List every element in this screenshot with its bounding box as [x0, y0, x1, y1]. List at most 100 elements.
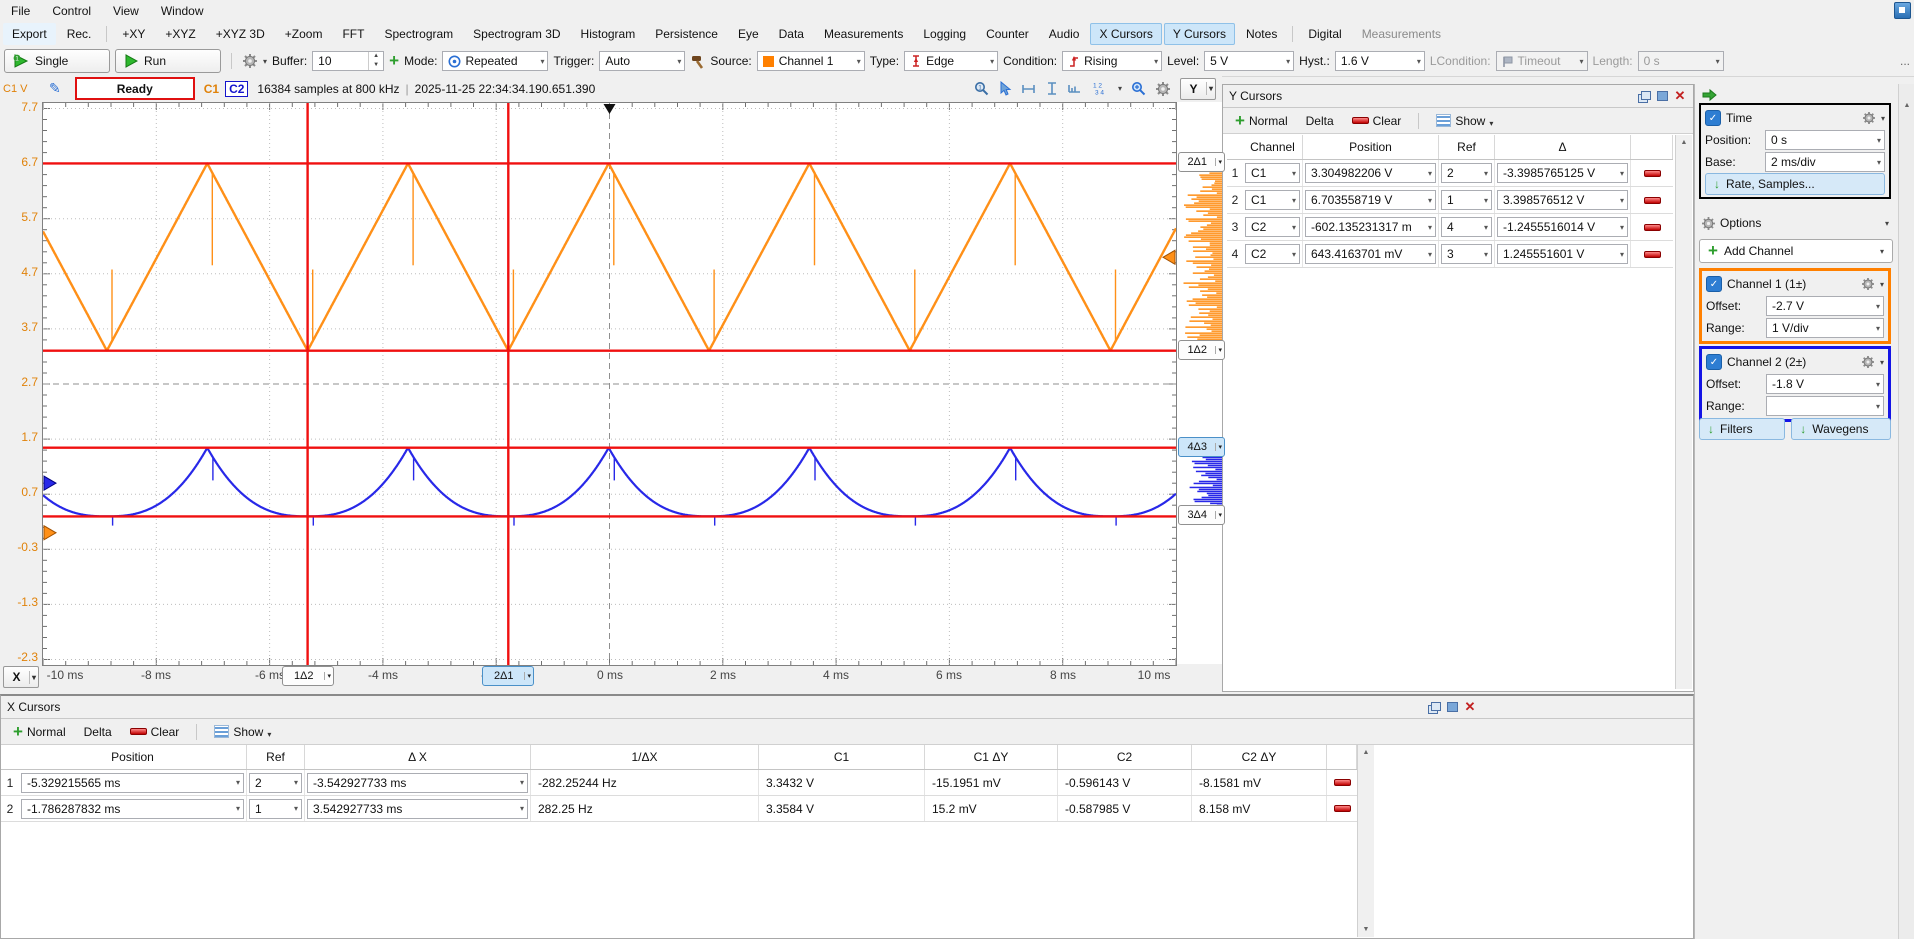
spinner-arrows-icon[interactable]: ▲▼ — [368, 52, 383, 70]
y-cursor-delta-select[interactable]: -1.2455516014 V▾ — [1497, 217, 1628, 237]
channel2-gear-icon[interactable] — [1861, 355, 1875, 369]
y-table-scrollbar[interactable]: ▲ — [1675, 135, 1692, 689]
menu-window[interactable]: Window — [150, 2, 215, 20]
channel1-chip[interactable]: C1 — [204, 82, 219, 96]
y-cursor-ref-select[interactable]: 4▾ — [1441, 217, 1492, 237]
source-select[interactable]: Channel 1▾ — [757, 51, 865, 71]
y-cursor-channel-select[interactable]: C1▾ — [1245, 190, 1300, 210]
remove-cursor-button[interactable] — [1334, 779, 1351, 786]
trigger-type-select[interactable]: Edge▾ — [904, 51, 998, 71]
channel2-offset-marker[interactable] — [44, 476, 56, 490]
scroll-down-icon[interactable]: ▼ — [1358, 922, 1374, 937]
y-cursor-handle-3Δ4[interactable]: 3Δ4▾ — [1178, 505, 1225, 525]
tab--xyz[interactable]: +XYZ — [156, 23, 204, 45]
tab--zoom[interactable]: +Zoom — [276, 23, 332, 45]
rate-samples-button[interactable]: ↓ Rate, Samples... — [1705, 173, 1885, 195]
measure-levels-icon[interactable] — [1067, 82, 1082, 95]
tab-y-cursors[interactable]: Y Cursors — [1164, 23, 1235, 45]
y-cursor-channel-select[interactable]: C2▾ — [1245, 217, 1300, 237]
x-cursor-ref-select[interactable]: 1▾ — [249, 799, 302, 819]
tab-x-cursors[interactable]: X Cursors — [1090, 23, 1161, 45]
sidebar-collapse-arrow-icon[interactable] — [1701, 88, 1718, 102]
x-show-button[interactable]: Show▾ — [208, 722, 277, 741]
channel1-gear-icon[interactable] — [1861, 277, 1875, 291]
add-channel-button[interactable]: + Add Channel ▾ — [1699, 239, 1893, 263]
remove-cursor-button[interactable] — [1644, 224, 1661, 231]
y-cursor-position-select[interactable]: 643.4163701 mV▾ — [1305, 244, 1436, 264]
channel2-chip[interactable]: C2 — [225, 81, 248, 97]
y-cursor-ref-select[interactable]: 3▾ — [1441, 244, 1492, 264]
pointer-arrow-icon[interactable] — [998, 81, 1012, 96]
remove-cursor-button[interactable] — [1644, 251, 1661, 258]
tab-eye[interactable]: Eye — [729, 23, 768, 45]
x-cursor-tag-2Δ1[interactable]: 2Δ1▾ — [482, 666, 534, 686]
y-axis-mode-button[interactable]: Y▾ — [1180, 78, 1216, 100]
tab--xyz-3d[interactable]: +XYZ 3D — [207, 23, 274, 45]
scroll-up-icon[interactable]: ▲ — [1358, 745, 1374, 760]
close-panel-icon[interactable]: ✕ — [1463, 701, 1477, 714]
app-window-icon[interactable] — [1894, 2, 1911, 19]
y-cursor-handle-1Δ2[interactable]: 1Δ2▾ — [1178, 340, 1225, 360]
x-cursors-panel-header[interactable]: X Cursors ✕ — [1, 696, 1693, 719]
tab-counter[interactable]: Counter — [977, 23, 1038, 45]
hysteresis-select[interactable]: 1.6 V▾ — [1335, 51, 1425, 71]
fit-vertical-icon[interactable] — [1045, 81, 1058, 96]
x-clear-button[interactable]: Clear — [124, 723, 186, 741]
tab-notes[interactable]: Notes — [1237, 23, 1286, 45]
time-checkbox[interactable]: ✓ — [1705, 110, 1721, 126]
channels-1234-icon[interactable]: 1 23 4 — [1091, 81, 1109, 96]
y-cursors-panel-header[interactable]: Y Cursors ✕ — [1223, 85, 1693, 108]
tab-audio[interactable]: Audio — [1040, 23, 1089, 45]
tab-spectrogram-3d[interactable]: Spectrogram 3D — [464, 23, 569, 45]
remove-cursor-button[interactable] — [1644, 170, 1661, 177]
x-cursor-ref-select[interactable]: 2▾ — [249, 773, 302, 793]
x-cursor-position-select[interactable]: -1.786287832 ms▾ — [21, 799, 244, 819]
plot-gear-icon[interactable] — [1155, 81, 1171, 97]
y-show-button[interactable]: Show▾ — [1430, 111, 1499, 130]
menu-file[interactable]: File — [0, 2, 41, 20]
y-cursor-handle-4Δ3[interactable]: 4Δ3▾ — [1178, 437, 1225, 457]
x-add-normal-button[interactable]: +Normal — [7, 723, 72, 741]
tab-measurements[interactable]: Measurements — [1353, 23, 1450, 45]
level-select[interactable]: 5 V▾ — [1204, 51, 1294, 71]
y-cursor-position-select[interactable]: -602.135231317 m▾ — [1305, 217, 1436, 237]
y-cursor-ref-select[interactable]: 2▾ — [1441, 163, 1492, 183]
scroll-up-icon[interactable]: ▲ — [1676, 135, 1692, 150]
maximize-window-icon[interactable] — [1655, 90, 1669, 103]
zoom-search-icon[interactable]: 1 — [974, 81, 989, 96]
x-axis-mode-button[interactable]: X▾ — [3, 666, 39, 688]
notes-pen-icon[interactable]: ✎ — [49, 80, 61, 97]
more-options[interactable]: ... — [1900, 54, 1914, 68]
wavegens-button[interactable]: ↓ Wavegens — [1791, 418, 1891, 440]
run-button[interactable]: Run — [115, 49, 221, 73]
float-window-icon[interactable] — [1637, 90, 1651, 103]
y-cursor-delta-select[interactable]: 1.245551601 V▾ — [1497, 244, 1628, 264]
y-cursor-position-select[interactable]: 6.703558719 V▾ — [1305, 190, 1436, 210]
channel1-offset-marker[interactable] — [44, 526, 56, 540]
x-cursor-position-select[interactable]: -5.329215565 ms▾ — [21, 773, 244, 793]
scope-plot[interactable] — [42, 102, 1177, 666]
channel1-range-select[interactable]: 1 V/div▾ — [1766, 318, 1884, 338]
tab-export[interactable]: Export — [3, 23, 56, 45]
tab-persistence[interactable]: Persistence — [646, 23, 727, 45]
channel2-checkbox[interactable]: ✓ — [1706, 354, 1722, 370]
fit-horizontal-icon[interactable] — [1021, 82, 1036, 95]
y-cursor-handle-2Δ1[interactable]: 2Δ1▾ — [1178, 152, 1225, 172]
y-cursor-ref-select[interactable]: 1▾ — [1441, 190, 1492, 210]
x-cursor-dx-select[interactable]: 3.542927733 ms▾ — [307, 799, 528, 819]
y-cursor-channel-select[interactable]: C1▾ — [1245, 163, 1300, 183]
y-cursor-channel-select[interactable]: C2▾ — [1245, 244, 1300, 264]
filters-button[interactable]: ↓ Filters — [1699, 418, 1785, 440]
remove-cursor-button[interactable] — [1334, 805, 1351, 812]
single-button[interactable]: 1 Single — [4, 49, 110, 73]
y-add-delta-button[interactable]: Delta — [1300, 112, 1340, 130]
time-position-select[interactable]: 0 s▾ — [1765, 130, 1885, 150]
sidebar-scrollbar[interactable]: ▲ — [1898, 84, 1914, 939]
menu-view[interactable]: View — [102, 2, 150, 20]
float-window-icon[interactable] — [1427, 701, 1441, 714]
maximize-window-icon[interactable] — [1445, 701, 1459, 714]
x-cursor-tag-1Δ2[interactable]: 1Δ2▾ — [282, 666, 334, 686]
tab-fft[interactable]: FFT — [333, 23, 373, 45]
condition-select[interactable]: Rising▾ — [1062, 51, 1162, 71]
y-cursor-delta-select[interactable]: -3.3985765125 V▾ — [1497, 163, 1628, 183]
